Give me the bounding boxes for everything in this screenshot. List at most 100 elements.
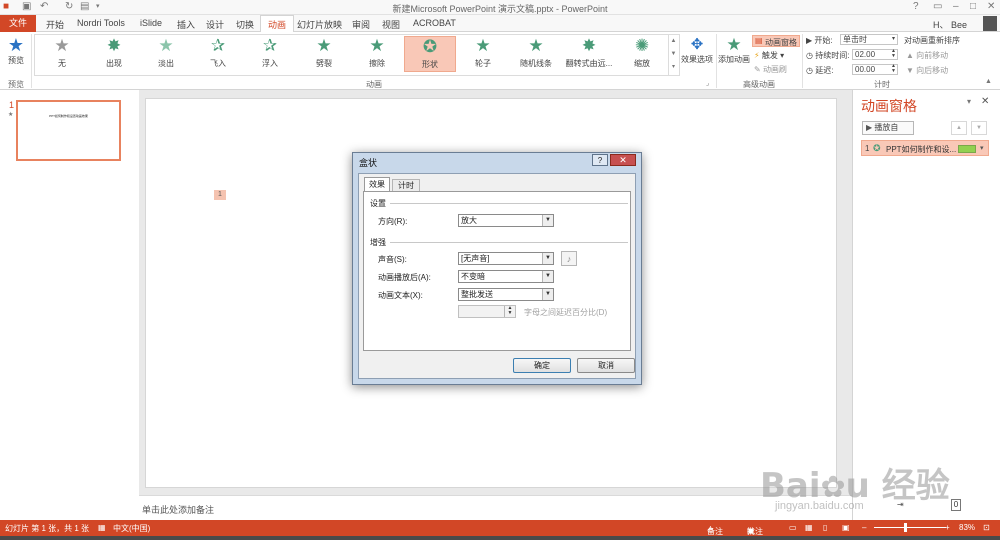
minimize-button[interactable]: – (953, 1, 959, 12)
dialog-help-button[interactable]: ? (592, 154, 608, 166)
after-animation-label: 动画播放后(A): (378, 273, 431, 282)
tab-file[interactable]: 文件 (0, 15, 36, 32)
ribbon: ★ 预览 预览 ★ 无 ✸ 出现 ★ 淡出 ✰ 飞入 ✰ 浮入 ★ 劈裂 ★ 擦除 ✪ 形状 ★… (0, 32, 1000, 90)
dialog-tab-effect[interactable]: 效果 (364, 177, 390, 191)
ribbon-separator (31, 34, 32, 88)
zoom-thumb[interactable] (904, 523, 907, 532)
add-animation-star-icon: ★ (726, 35, 742, 54)
window-title: 新建Microsoft PowerPoint 演示文稿.pptx - Power… (392, 4, 608, 14)
animation-split[interactable]: ★ 劈裂 (298, 36, 350, 72)
animation-none[interactable]: ★ 无 (36, 36, 88, 72)
animation-fly-in[interactable]: ✰ 飞入 (192, 36, 244, 72)
slideshow-icon[interactable]: ▣ (842, 523, 850, 532)
animation-fade[interactable]: ★ 淡出 (140, 36, 192, 72)
animation-painter-button[interactable]: ✎ 动画刷 (754, 64, 787, 75)
chevron-down-icon[interactable]: ▾ (980, 144, 984, 152)
move-later-button[interactable]: ▼ 向后移动 (906, 65, 948, 76)
tab-transitions[interactable]: 切换 (236, 18, 254, 31)
language-indicator[interactable]: 中文(中国) (113, 523, 150, 534)
spellcheck-icon[interactable]: ▦ (98, 523, 106, 532)
animation-appear[interactable]: ✸ 出现 (88, 36, 140, 72)
zoom-in-icon[interactable]: + (945, 523, 950, 532)
effect-options-button[interactable]: ✥ 效果选项 (680, 36, 714, 65)
gallery-scroll[interactable]: ▲ ▼ ▾ (668, 35, 678, 75)
slide-thumbnail[interactable]: PPT如何制作和设置动画效果 (16, 100, 121, 161)
tab-animations[interactable]: 动画 (260, 15, 295, 33)
duration-label: ◷ 持续时间: (806, 51, 850, 60)
ok-button[interactable]: 确定 (513, 358, 571, 373)
start-select[interactable]: 单击时 ▾ (840, 34, 898, 45)
notes-pane[interactable]: 单击此处添加备注 (139, 495, 852, 520)
tab-slideshow[interactable]: 幻灯片放映 (297, 18, 342, 31)
speaker-icon[interactable]: ♪ (561, 251, 577, 266)
dialog-close-button[interactable]: ✕ (610, 154, 636, 166)
animation-float-in[interactable]: ✰ 浮入 (244, 36, 296, 72)
animation-wheel[interactable]: ★ 轮子 (457, 36, 509, 72)
scroll-up-icon[interactable]: ▲ (671, 38, 677, 44)
tab-acrobat[interactable]: ACROBAT (413, 18, 456, 28)
tab-view[interactable]: 视图 (382, 18, 400, 31)
pane-options-icon[interactable]: ▾ (967, 97, 971, 106)
animation-wipe[interactable]: ★ 擦除 (351, 36, 403, 72)
sound-select[interactable]: [无声音] ▼ (458, 252, 554, 265)
dialog-tab-timing[interactable]: 计时 (392, 179, 420, 191)
tab-home[interactable]: 开始 (46, 18, 64, 31)
star-ring-icon: ✪ (422, 37, 438, 56)
animation-grow-turn[interactable]: ✸ 翻转式由远... (563, 36, 615, 72)
zoom-slider[interactable] (874, 527, 946, 528)
slide-sorter-icon[interactable]: ▦ (805, 523, 813, 532)
close-button[interactable]: ✕ (987, 1, 995, 12)
dialog-launcher-icon[interactable]: ⌟ (706, 79, 709, 87)
trigger-button[interactable]: ⚡ 触发 ▾ (754, 50, 784, 61)
animation-marker[interactable]: 1 (214, 190, 226, 200)
move-down-icon[interactable]: ▼ (971, 121, 987, 135)
add-animation-button[interactable]: ★ 添加动画 (718, 36, 750, 65)
effect-options-icon: ✥ (690, 36, 704, 53)
animation-zoom[interactable]: ✺ 缩放 (616, 36, 668, 72)
spinner-icon[interactable]: ▲ ▼ (891, 64, 896, 74)
zoom-out-icon[interactable]: – (862, 523, 866, 532)
maximize-button[interactable]: □ (970, 1, 976, 12)
animation-shape[interactable]: ✪ 形状 (404, 36, 456, 72)
help-button[interactable]: ? (913, 1, 919, 12)
avatar[interactable] (983, 16, 997, 31)
animation-list-item[interactable]: 1 ✪ PPT如何制作和设... ▾ (861, 140, 989, 156)
duration-input[interactable]: 02.00 ▲ ▼ (852, 49, 898, 60)
thumb-text: PPT如何制作和设置动画效果 (49, 114, 88, 118)
tab-review[interactable]: 审阅 (352, 18, 370, 31)
reading-view-icon[interactable]: ▯ (823, 523, 827, 532)
normal-view-icon[interactable]: ▭ (789, 523, 797, 532)
animate-text-label: 动画文本(X): (378, 291, 423, 300)
tab-insert[interactable]: 插入 (177, 18, 195, 31)
tab-design[interactable]: 设计 (206, 18, 224, 31)
spinner-icon[interactable]: ▲ ▼ (891, 49, 896, 59)
ribbon-display-icon[interactable]: ▭ (933, 1, 942, 12)
taskbar-strip (0, 536, 1000, 540)
animation-random-bars[interactable]: ★ 随机线条 (510, 36, 562, 72)
cancel-button[interactable]: 取消 (577, 358, 635, 373)
tab-islide[interactable]: iSlide (140, 18, 162, 28)
delay-input[interactable]: 00.00 ▲ ▼ (852, 64, 898, 75)
collapse-ribbon-icon[interactable]: ▲ (985, 78, 992, 85)
user-name[interactable]: H、 Bee (933, 18, 967, 31)
star-icon: ★ (158, 36, 174, 55)
page-indicator[interactable]: 0 (951, 499, 961, 511)
animation-pane-button[interactable]: ▤ 动画窗格 (752, 35, 800, 47)
move-earlier-button[interactable]: ▲ 向前移动 (906, 50, 948, 61)
scroll-down-icon[interactable]: ▼ (671, 51, 677, 57)
tab-nordri-tools[interactable]: Nordri Tools (77, 18, 125, 28)
preview-button[interactable]: ★ 预览 (3, 35, 29, 66)
after-animation-select[interactable]: 不变暗 ▼ (458, 270, 554, 283)
section-enhance: 增强 (370, 238, 386, 247)
chevron-down-icon: ▼ (542, 253, 553, 264)
gallery-more-icon[interactable]: ▾ (672, 64, 675, 70)
zoom-level[interactable]: 83% (959, 523, 975, 532)
shape-star-icon: ✪ (873, 143, 881, 153)
animate-text-select[interactable]: 整批发送 ▼ (458, 288, 554, 301)
direction-select[interactable]: 放大 ▼ (458, 214, 554, 227)
close-icon[interactable]: ✕ (981, 96, 989, 107)
play-from-button[interactable]: ▶ 播放自 (862, 121, 914, 135)
fit-to-window-icon[interactable]: ⇥ (897, 500, 904, 509)
move-up-icon[interactable]: ▲ (951, 121, 967, 135)
fit-slide-icon[interactable]: ⊡ (983, 523, 990, 532)
